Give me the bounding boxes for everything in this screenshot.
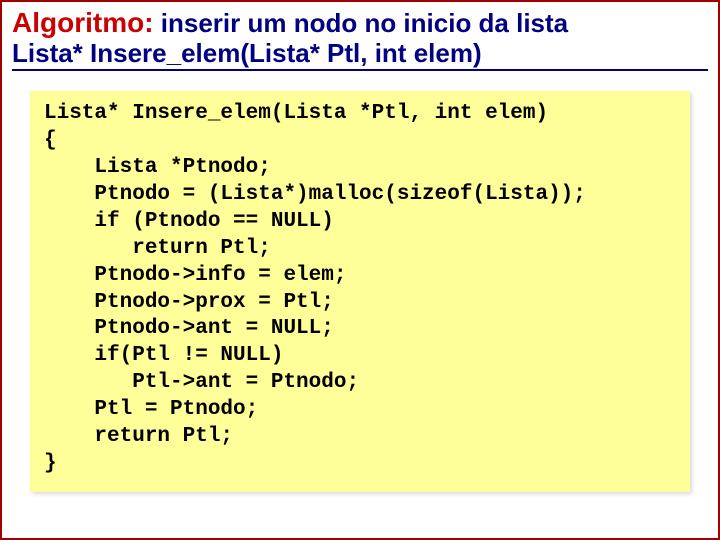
title-keyword: Algoritmo: bbox=[12, 7, 154, 38]
code-line: Ptnodo->ant = NULL; bbox=[44, 317, 334, 340]
code-line: } bbox=[44, 452, 57, 475]
title-line-1: Algoritmo: inserir um nodo no inicio da … bbox=[12, 8, 708, 39]
code-line: Ptl->ant = Ptnodo; bbox=[44, 371, 359, 394]
code-line: return Ptl; bbox=[44, 425, 233, 448]
code-line: if (Ptnodo == NULL) bbox=[44, 210, 334, 233]
code-line: Ptnodo = (Lista*)malloc(sizeof(Lista)); bbox=[44, 183, 586, 206]
code-line: Ptnodo->prox = Ptl; bbox=[44, 291, 334, 314]
code-line: Lista *Ptnodo; bbox=[44, 156, 271, 179]
code-line: Lista* Insere_elem(Lista *Ptl, int elem) bbox=[44, 102, 548, 125]
slide-frame: Algoritmo: inserir um nodo no inicio da … bbox=[0, 0, 720, 540]
code-line: return Ptl; bbox=[44, 237, 271, 260]
title-signature: Lista* Insere_elem(Lista* Ptl, int elem) bbox=[12, 39, 708, 72]
code-line: if(Ptl != NULL) bbox=[44, 344, 283, 367]
code-line: Ptl = Ptnodo; bbox=[44, 398, 258, 421]
code-line: Ptnodo->info = elem; bbox=[44, 264, 346, 287]
code-line: { bbox=[44, 129, 57, 152]
code-block: Lista* Insere_elem(Lista *Ptl, int elem)… bbox=[30, 91, 690, 491]
title-description: inserir um nodo no inicio da lista bbox=[154, 8, 569, 38]
